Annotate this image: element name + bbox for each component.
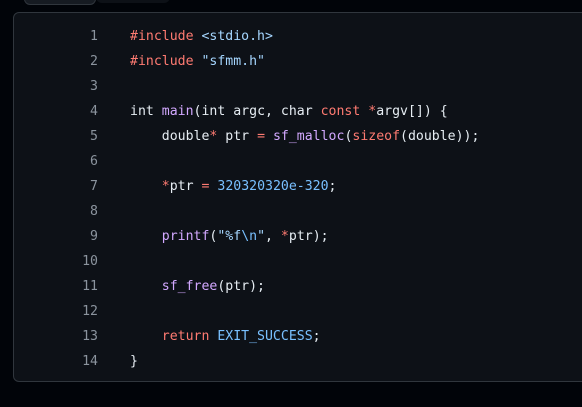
code-token: ptr	[169, 179, 202, 194]
code-token: *	[161, 179, 170, 194]
line-number: 5	[90, 129, 98, 144]
code-line: 8	[14, 199, 582, 224]
line-number: 6	[90, 154, 98, 169]
code-token: return	[161, 329, 210, 344]
code-text: printf("%f\n", *ptr);	[130, 224, 329, 249]
line-number: 8	[90, 204, 98, 219]
code-token: sf_free	[161, 279, 218, 294]
code-token: *	[368, 104, 377, 119]
code-token: (double));	[400, 129, 480, 144]
code-token: ;	[328, 179, 337, 194]
code-line: 2 #include "sfmm.h"	[14, 49, 582, 74]
code-token: double	[130, 129, 210, 144]
line-number: 1	[90, 29, 98, 44]
code-line: 1 #include <stdio.h>	[14, 24, 582, 49]
code-token: }	[130, 354, 138, 369]
code-line: 12	[14, 299, 582, 324]
code-text: sf_free(ptr);	[130, 274, 265, 299]
code-token: argv[]) {	[376, 104, 448, 119]
code-token: \n	[241, 229, 258, 244]
code-line: 3	[14, 74, 582, 99]
code-token: *	[280, 229, 289, 244]
line-number: 3	[90, 79, 98, 94]
code-text: *ptr = 320320320e-320;	[130, 174, 337, 199]
code-text: return EXIT_SUCCESS;	[130, 324, 321, 349]
code-text: #include <stdio.h>	[130, 24, 273, 49]
line-number: 2	[90, 54, 98, 69]
code-token: ;	[312, 329, 321, 344]
line-number: 7	[90, 179, 98, 194]
code-line: 9 printf("%f\n", *ptr);	[14, 224, 582, 249]
code-token: main	[161, 104, 194, 119]
code-token: "	[257, 229, 266, 244]
code-line: 14}	[14, 349, 582, 374]
code-token: int	[130, 104, 154, 119]
code-token: sf_malloc	[272, 129, 345, 144]
code-line: 5 double* ptr = sf_malloc(sizeof(double)…	[14, 124, 582, 149]
file-tab[interactable]	[24, 0, 96, 5]
file-tab-secondary[interactable]	[96, 0, 170, 3]
line-number: 4	[90, 104, 98, 119]
code-token: "%f	[217, 229, 242, 244]
line-number: 9	[90, 229, 98, 244]
code-token: <stdio.h>	[201, 29, 273, 44]
code-token: sizeof	[352, 129, 401, 144]
line-number: 11	[82, 279, 98, 294]
code-token: ptr);	[288, 229, 329, 244]
code-text: #include "sfmm.h"	[130, 49, 265, 74]
code-token: =	[257, 129, 266, 144]
code-text: double* ptr = sf_malloc(sizeof(double));	[130, 124, 480, 149]
code-token: printf	[161, 229, 210, 244]
code-token: #include	[130, 54, 194, 69]
code-token: ptr	[217, 129, 258, 144]
code-text: int main(int argc, char const *argv[]) {	[130, 99, 448, 124]
line-number: 14	[82, 354, 98, 369]
code-line: 6	[14, 149, 582, 174]
code-viewer-page: 1 #include <stdio.h> 2 #include "sfmm.h" 3 4 i…	[0, 0, 582, 407]
code-line: 7 *ptr = 320320320e-320;	[14, 174, 582, 199]
code-token: #include	[130, 29, 194, 44]
line-number: 10	[82, 254, 98, 269]
code-token: const	[320, 104, 361, 119]
code-token: 320320320e-320	[217, 179, 329, 194]
line-number: 13	[82, 329, 98, 344]
code-line: 13 return EXIT_SUCCESS;	[14, 324, 582, 349]
code-line: 10	[14, 249, 582, 274]
code-token: ,	[265, 229, 281, 244]
code-panel: 1 #include <stdio.h> 2 #include "sfmm.h" 3 4 i…	[13, 12, 582, 382]
code-line: 11 sf_free(ptr);	[14, 274, 582, 299]
code-text: }	[130, 349, 138, 374]
code-token: (ptr);	[217, 279, 265, 294]
line-number: 12	[82, 304, 98, 319]
code-token: "sfmm.h"	[201, 54, 266, 69]
code-line: 4 int main(int argc, char const *argv[]) …	[14, 99, 582, 124]
code-token: EXIT_SUCCESS	[217, 329, 313, 344]
code-token: (int argc, char	[193, 104, 321, 119]
